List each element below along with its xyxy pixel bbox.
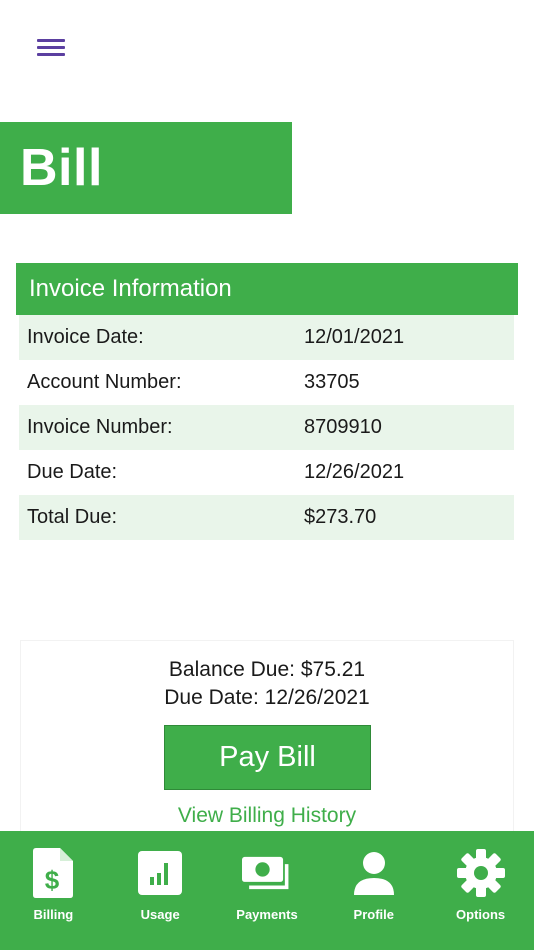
invoice-table: Invoice Date: 12/01/2021 Account Number:… [16,315,518,540]
tab-options[interactable]: Options [427,831,534,950]
invoice-information-card: Invoice Information Invoice Date: 12/01/… [16,263,518,540]
invoice-row-label: Total Due: [27,506,118,528]
hamburger-menu-icon[interactable] [37,38,65,58]
pay-bill-button[interactable]: Pay Bill [164,725,371,790]
invoice-row-value: 33705 [304,371,360,393]
invoice-header: Invoice Information [16,263,518,315]
menu-bar [37,39,65,42]
cash-icon [241,848,292,898]
invoice-row: Account Number: 33705 [19,360,514,405]
person-icon [349,848,399,898]
tab-label: Usage [140,907,180,922]
view-billing-history-link[interactable]: View Billing History [21,804,513,828]
tab-usage[interactable]: Usage [107,831,214,950]
invoice-row: Total Due: $273.70 [19,495,514,540]
tab-label: Options [456,907,506,922]
invoice-row-value: 12/26/2021 [304,461,405,483]
svg-text:$: $ [45,865,60,895]
bill-document-icon: $ [28,848,78,898]
invoice-row-label: Due Date: [27,461,118,483]
menu-bar [37,46,65,49]
invoice-row-value: 8709910 [304,416,382,438]
due-date-text: Due Date: 12/26/2021 [164,686,370,709]
tab-billing[interactable]: $ Billing [0,831,107,950]
invoice-row-label: Invoice Number: [27,416,173,438]
balance-due-text: Balance Due: $75.21 [168,658,366,681]
invoice-row: Invoice Number: 8709910 [19,405,514,450]
tab-profile[interactable]: Profile [320,831,427,950]
tab-label: Billing [33,907,74,922]
tab-label: Profile [353,907,395,922]
invoice-row-value: $273.70 [304,506,377,528]
invoice-row-label: Account Number: [27,371,182,393]
bar-chart-icon [135,848,185,898]
bottom-tab-bar: $ Billing Usage Payments Profile Options [0,831,534,950]
invoice-row-value: 12/01/2021 [304,326,405,348]
menu-bar [37,53,65,56]
page-title-banner: Bill [0,122,292,214]
page-title: Bill [20,139,103,197]
tab-payments[interactable]: Payments [214,831,321,950]
balance-summary: Balance Due: $75.21 Due Date: 12/26/2021… [20,640,514,835]
tab-label: Payments [236,907,298,922]
invoice-row: Due Date: 12/26/2021 [19,450,514,495]
gear-icon [456,848,506,898]
invoice-row-label: Invoice Date: [27,326,144,348]
invoice-row: Invoice Date: 12/01/2021 [19,315,514,360]
